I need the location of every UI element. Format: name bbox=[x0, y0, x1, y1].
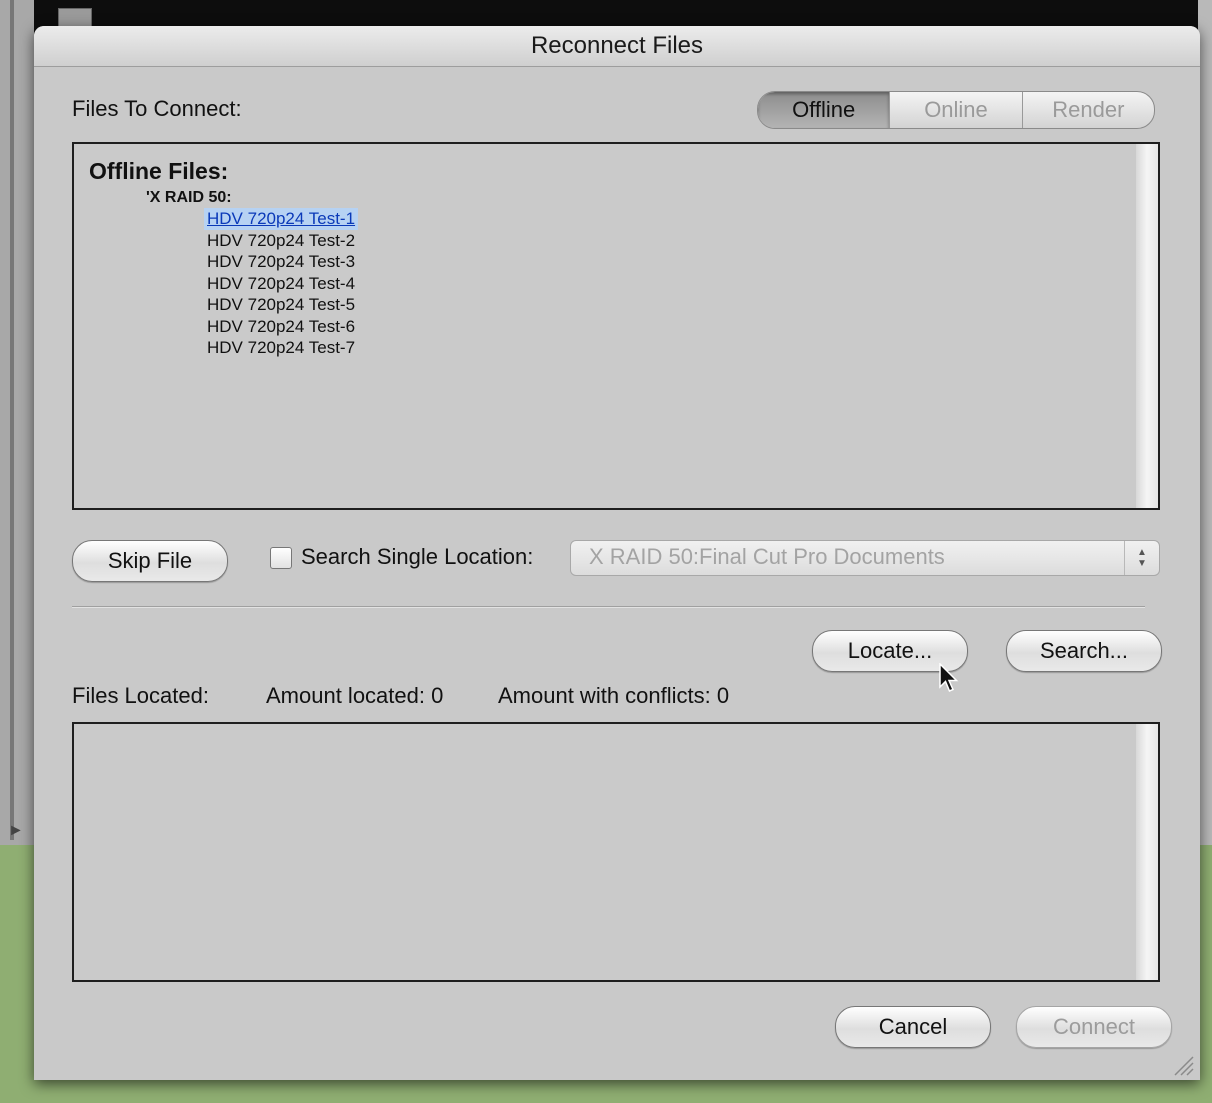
tab-render[interactable]: Render bbox=[1021, 92, 1154, 128]
arrow-cursor-icon bbox=[939, 663, 959, 692]
search-location-value: X RAID 50:Final Cut Pro Documents bbox=[589, 544, 945, 569]
tab-online[interactable]: Online bbox=[889, 92, 1021, 128]
cancel-button[interactable]: Cancel bbox=[835, 1006, 991, 1048]
search-button[interactable]: Search... bbox=[1006, 630, 1162, 672]
section-divider bbox=[72, 606, 1145, 608]
list-item-file-5[interactable]: HDV 720p24 Test-5 bbox=[204, 294, 358, 316]
reconnect-files-dialog: Reconnect Files Files To Connect: Offlin… bbox=[34, 26, 1200, 1080]
dialog-title: Reconnect Files bbox=[530, 32, 704, 59]
offline-files-list[interactable]: Offline Files: 'X RAID 50: HDV 720p24 Te… bbox=[72, 142, 1160, 510]
offline-list-scrollbar[interactable] bbox=[1136, 144, 1158, 508]
up-down-arrows-icon: ▲ ▼ bbox=[1124, 541, 1159, 575]
search-location-popup[interactable]: X RAID 50:Final Cut Pro Documents ▲ ▼ bbox=[570, 540, 1160, 576]
disclosure-arrow-icon: ► bbox=[8, 822, 24, 839]
background-window-right bbox=[1198, 0, 1212, 845]
connect-button[interactable]: Connect bbox=[1016, 1006, 1172, 1048]
search-single-location-label: Search Single Location: bbox=[301, 544, 534, 569]
resize-grip-icon[interactable] bbox=[1172, 1054, 1194, 1076]
amount-conflicts-text: Amount with conflicts: 0 bbox=[498, 683, 730, 708]
located-files-list[interactable] bbox=[72, 722, 1160, 982]
background-window-strip bbox=[10, 0, 14, 840]
skip-file-button[interactable]: Skip File bbox=[72, 540, 228, 582]
amount-located-text: Amount located: 0 bbox=[266, 683, 444, 708]
list-item-file-2[interactable]: HDV 720p24 Test-2 bbox=[204, 230, 358, 252]
offline-file-items: HDV 720p24 Test-1 HDV 720p24 Test-2 HDV … bbox=[204, 208, 359, 359]
list-item-file-7[interactable]: HDV 720p24 Test-7 bbox=[204, 337, 358, 359]
file-type-segmented-control: Offline Online Render bbox=[757, 91, 1155, 129]
list-item-file-3[interactable]: HDV 720p24 Test-3 bbox=[204, 251, 358, 273]
list-item-file-6[interactable]: HDV 720p24 Test-6 bbox=[204, 316, 358, 338]
tab-offline[interactable]: Offline bbox=[758, 92, 890, 128]
dialog-titlebar[interactable]: Reconnect Files bbox=[34, 26, 1200, 67]
files-located-label: Files Located: bbox=[72, 683, 209, 708]
list-item-file-4[interactable]: HDV 720p24 Test-4 bbox=[204, 273, 358, 295]
list-item-file-1[interactable]: HDV 720p24 Test-1 bbox=[204, 208, 359, 230]
offline-files-heading: Offline Files: bbox=[89, 158, 229, 184]
located-list-scrollbar[interactable] bbox=[1136, 724, 1158, 980]
files-to-connect-label: Files To Connect: bbox=[72, 96, 242, 121]
search-single-location-checkbox[interactable] bbox=[270, 547, 292, 569]
volume-name[interactable]: 'X RAID 50: bbox=[146, 189, 232, 207]
